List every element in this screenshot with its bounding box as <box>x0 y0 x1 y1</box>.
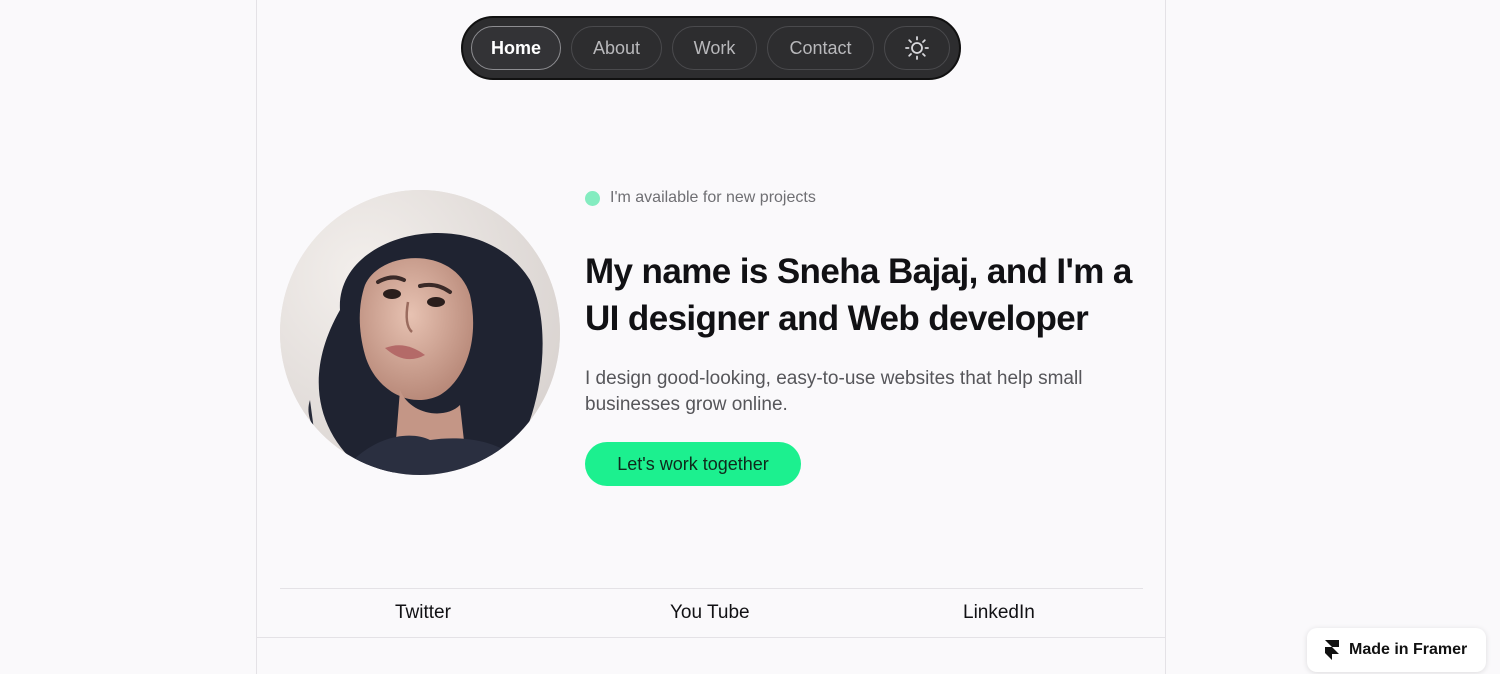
hero-subtext: I design good-looking, easy-to-use websi… <box>585 368 1083 415</box>
availability-text: I'm available for new projects <box>610 189 816 206</box>
lets-work-together-button[interactable]: Let's work together <box>585 442 801 486</box>
theme-toggle-button[interactable] <box>884 26 950 70</box>
nav-work[interactable]: Work <box>672 26 757 70</box>
availability-status: I'm available for new projects <box>585 189 816 207</box>
made-in-framer-badge[interactable]: Made in Framer <box>1307 628 1486 672</box>
sun-icon <box>905 36 929 60</box>
profile-photo <box>280 190 560 475</box>
main-nav: Home About Work Contact <box>461 16 961 80</box>
status-dot-icon <box>585 190 600 206</box>
framer-logo-icon <box>1325 640 1339 660</box>
youtube-link[interactable]: You Tube <box>670 602 750 624</box>
nav-contact[interactable]: Contact <box>767 26 874 70</box>
badge-label: Made in Framer <box>1349 641 1468 658</box>
divider <box>256 637 1166 638</box>
social-links: Twitter You Tube LinkedIn <box>280 588 1143 638</box>
twitter-link[interactable]: Twitter <box>395 602 451 624</box>
nav-about[interactable]: About <box>571 26 662 70</box>
linkedin-link[interactable]: LinkedIn <box>963 602 1035 624</box>
hero-headline: My name is Sneha Bajaj, and I'm a UI des… <box>585 252 1132 338</box>
nav-home[interactable]: Home <box>471 26 561 70</box>
